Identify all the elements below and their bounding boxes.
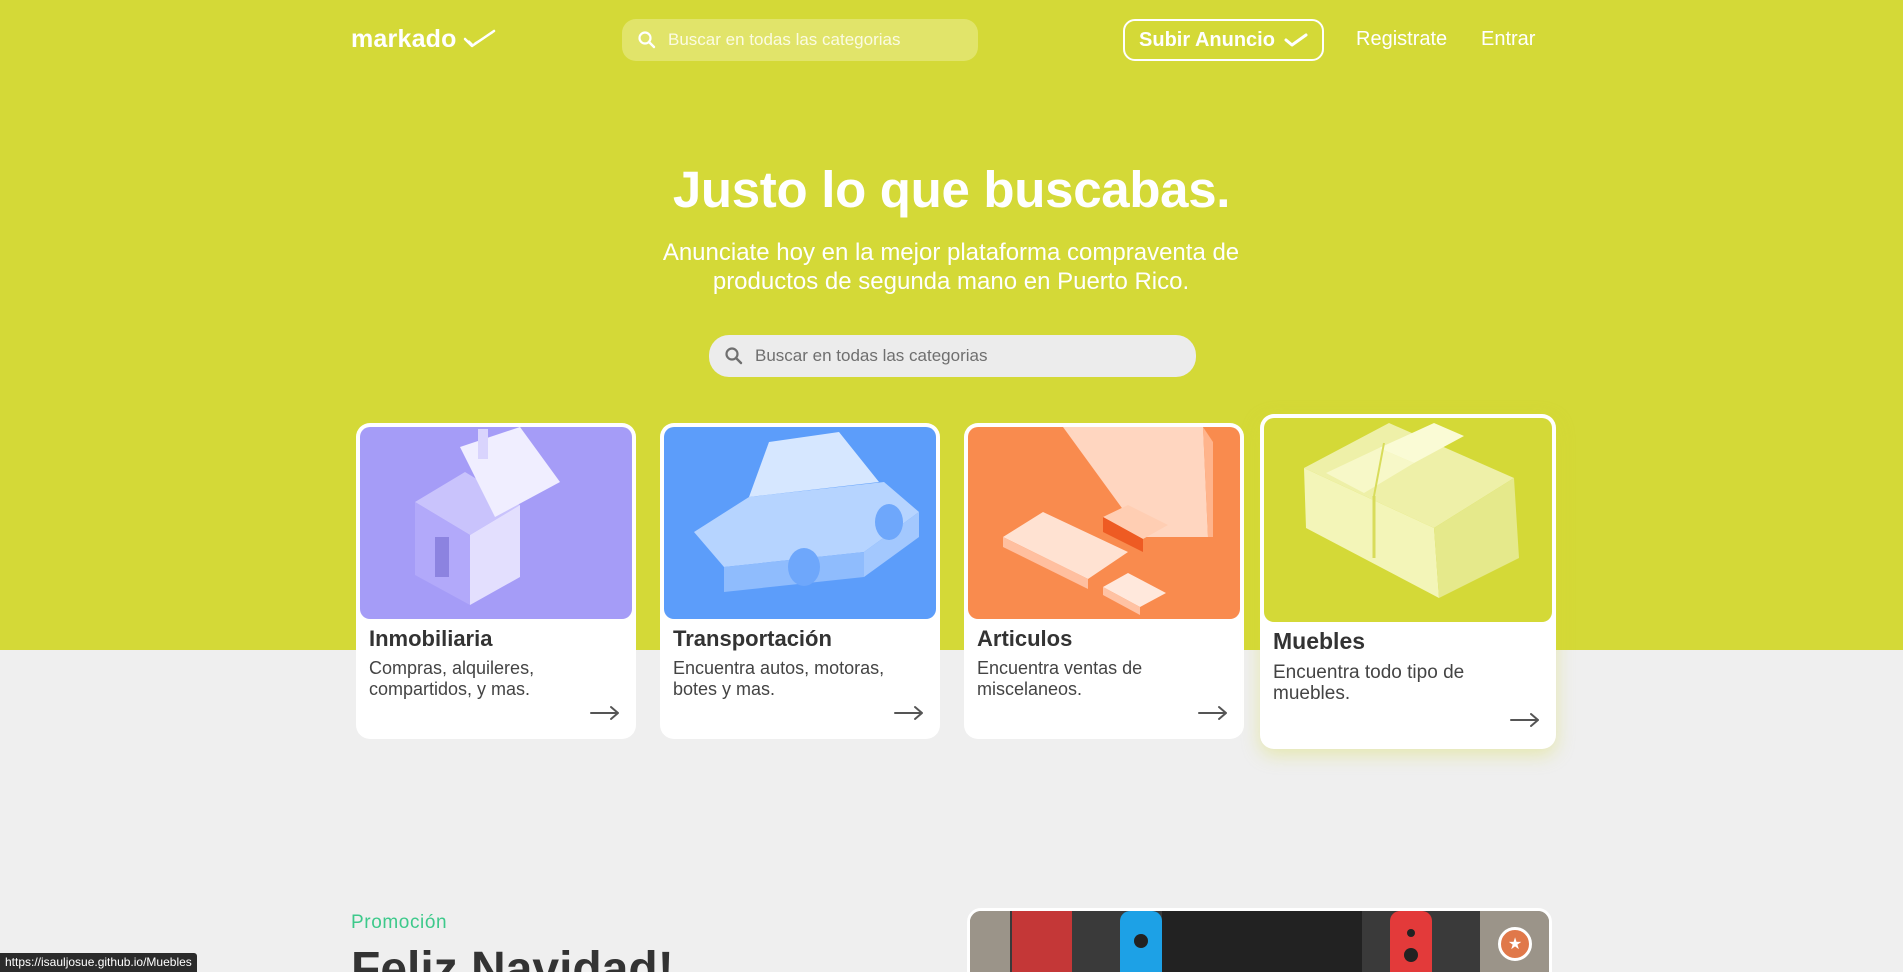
hero-section xyxy=(0,0,1903,650)
category-card-transportacion[interactable]: Transportación Encuentra autos, motoras,… xyxy=(660,423,940,739)
hero-title: Justo lo que buscabas. xyxy=(672,161,1231,218)
arrow-right-icon[interactable] xyxy=(590,705,620,721)
star-icon[interactable]: ★ xyxy=(1498,927,1532,961)
header-search-input[interactable] xyxy=(668,30,958,50)
search-icon xyxy=(725,347,743,365)
arrow-right-icon[interactable] xyxy=(1510,712,1540,728)
post-ad-label: Subir Anuncio xyxy=(1139,28,1275,51)
category-title: Transportación xyxy=(673,626,832,651)
post-ad-button[interactable]: Subir Anuncio xyxy=(1123,19,1324,61)
category-card-muebles[interactable]: Muebles Encuentra todo tipo de muebles. xyxy=(1260,414,1556,749)
category-title: Articulos xyxy=(977,626,1073,651)
category-description: Encuentra ventas de miscelaneos. xyxy=(977,658,1143,699)
car-icon xyxy=(664,427,936,619)
check-icon xyxy=(1284,33,1308,47)
hero-subtitle: Anunciate hoy en la mejor plataforma com… xyxy=(662,239,1240,295)
gadgets-icon xyxy=(968,427,1240,619)
category-card-articulos[interactable]: Articulos Encuentra ventas de miscelaneo… xyxy=(964,423,1244,739)
hero-search-input[interactable] xyxy=(755,346,1155,366)
sofa-icon xyxy=(1264,418,1552,622)
logo[interactable]: markado xyxy=(351,24,497,54)
check-logo-icon xyxy=(463,29,495,48)
promo-image[interactable] xyxy=(967,908,1552,972)
header-search-bar[interactable] xyxy=(622,19,978,61)
logo-text: markado xyxy=(351,24,457,53)
register-link[interactable]: Registrate xyxy=(1356,28,1447,51)
category-description: Encuentra todo tipo de muebles. xyxy=(1273,662,1465,704)
promo-label: Promoción xyxy=(351,912,448,933)
hero-search-bar[interactable] xyxy=(709,335,1196,377)
arrow-right-icon[interactable] xyxy=(1198,705,1228,721)
arrow-right-icon[interactable] xyxy=(894,705,924,721)
category-description: Compras, alquileres, compartidos, y mas. xyxy=(369,658,535,699)
status-bar-url: https://isauljosue.github.io/Muebles xyxy=(0,953,197,972)
login-link[interactable]: Entrar xyxy=(1481,28,1535,51)
category-description: Encuentra autos, motoras, botes y mas. xyxy=(673,658,885,699)
category-title: Inmobiliaria xyxy=(369,626,493,651)
category-title: Muebles xyxy=(1273,628,1366,654)
promo-title: Feliz Navidad! xyxy=(351,943,674,972)
house-icon xyxy=(360,427,632,619)
category-card-inmobiliaria[interactable]: Inmobiliaria Compras, alquileres, compar… xyxy=(356,423,636,739)
search-icon xyxy=(638,31,656,49)
